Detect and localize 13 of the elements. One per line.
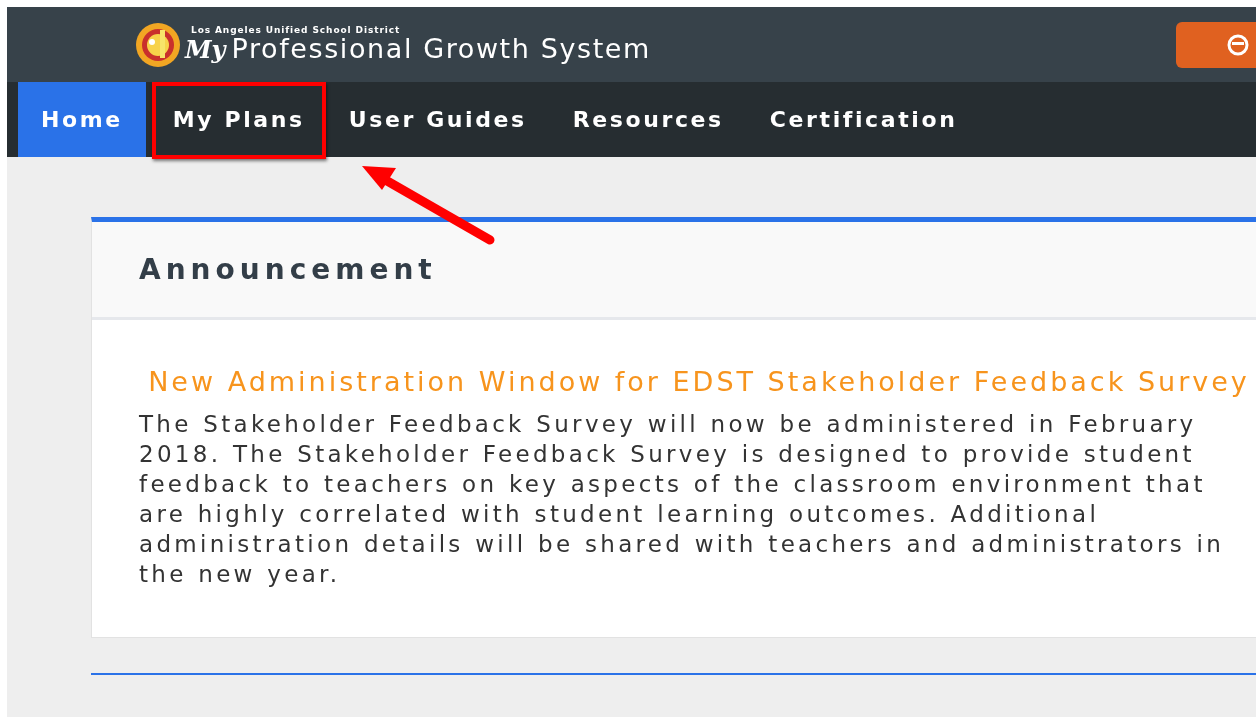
nav-tab[interactable]: Home <box>18 82 146 157</box>
logout-button[interactable] <box>1176 21 1256 68</box>
nav-tab[interactable]: My Plans <box>151 82 326 157</box>
district-name: Los Angeles Unified School District <box>191 25 402 35</box>
nav-tab[interactable]: Resources <box>549 82 747 157</box>
power-icon <box>1226 32 1250 57</box>
nav-tab[interactable]: User Guides <box>325 82 550 157</box>
nav-tab[interactable]: Certification <box>746 82 981 157</box>
card-heading: Announcement <box>139 253 437 286</box>
district-seal-icon <box>135 21 181 68</box>
announcement-title: New Administration Window for EDST Stakeholder Feedback Survey <box>147 365 1251 399</box>
announcement-text: The Stakeholder Feedback Survey will now be administered in February 2018. The Stakeholder Feedback Survey is designed to provide student feedback to teachers on key aspects of the classroom environment that are highly correlated with student learning outcomes. Additional administration details will be shared with teachers and administrators in the new year. <box>139 410 1226 589</box>
logo-script: My <box>185 35 226 64</box>
